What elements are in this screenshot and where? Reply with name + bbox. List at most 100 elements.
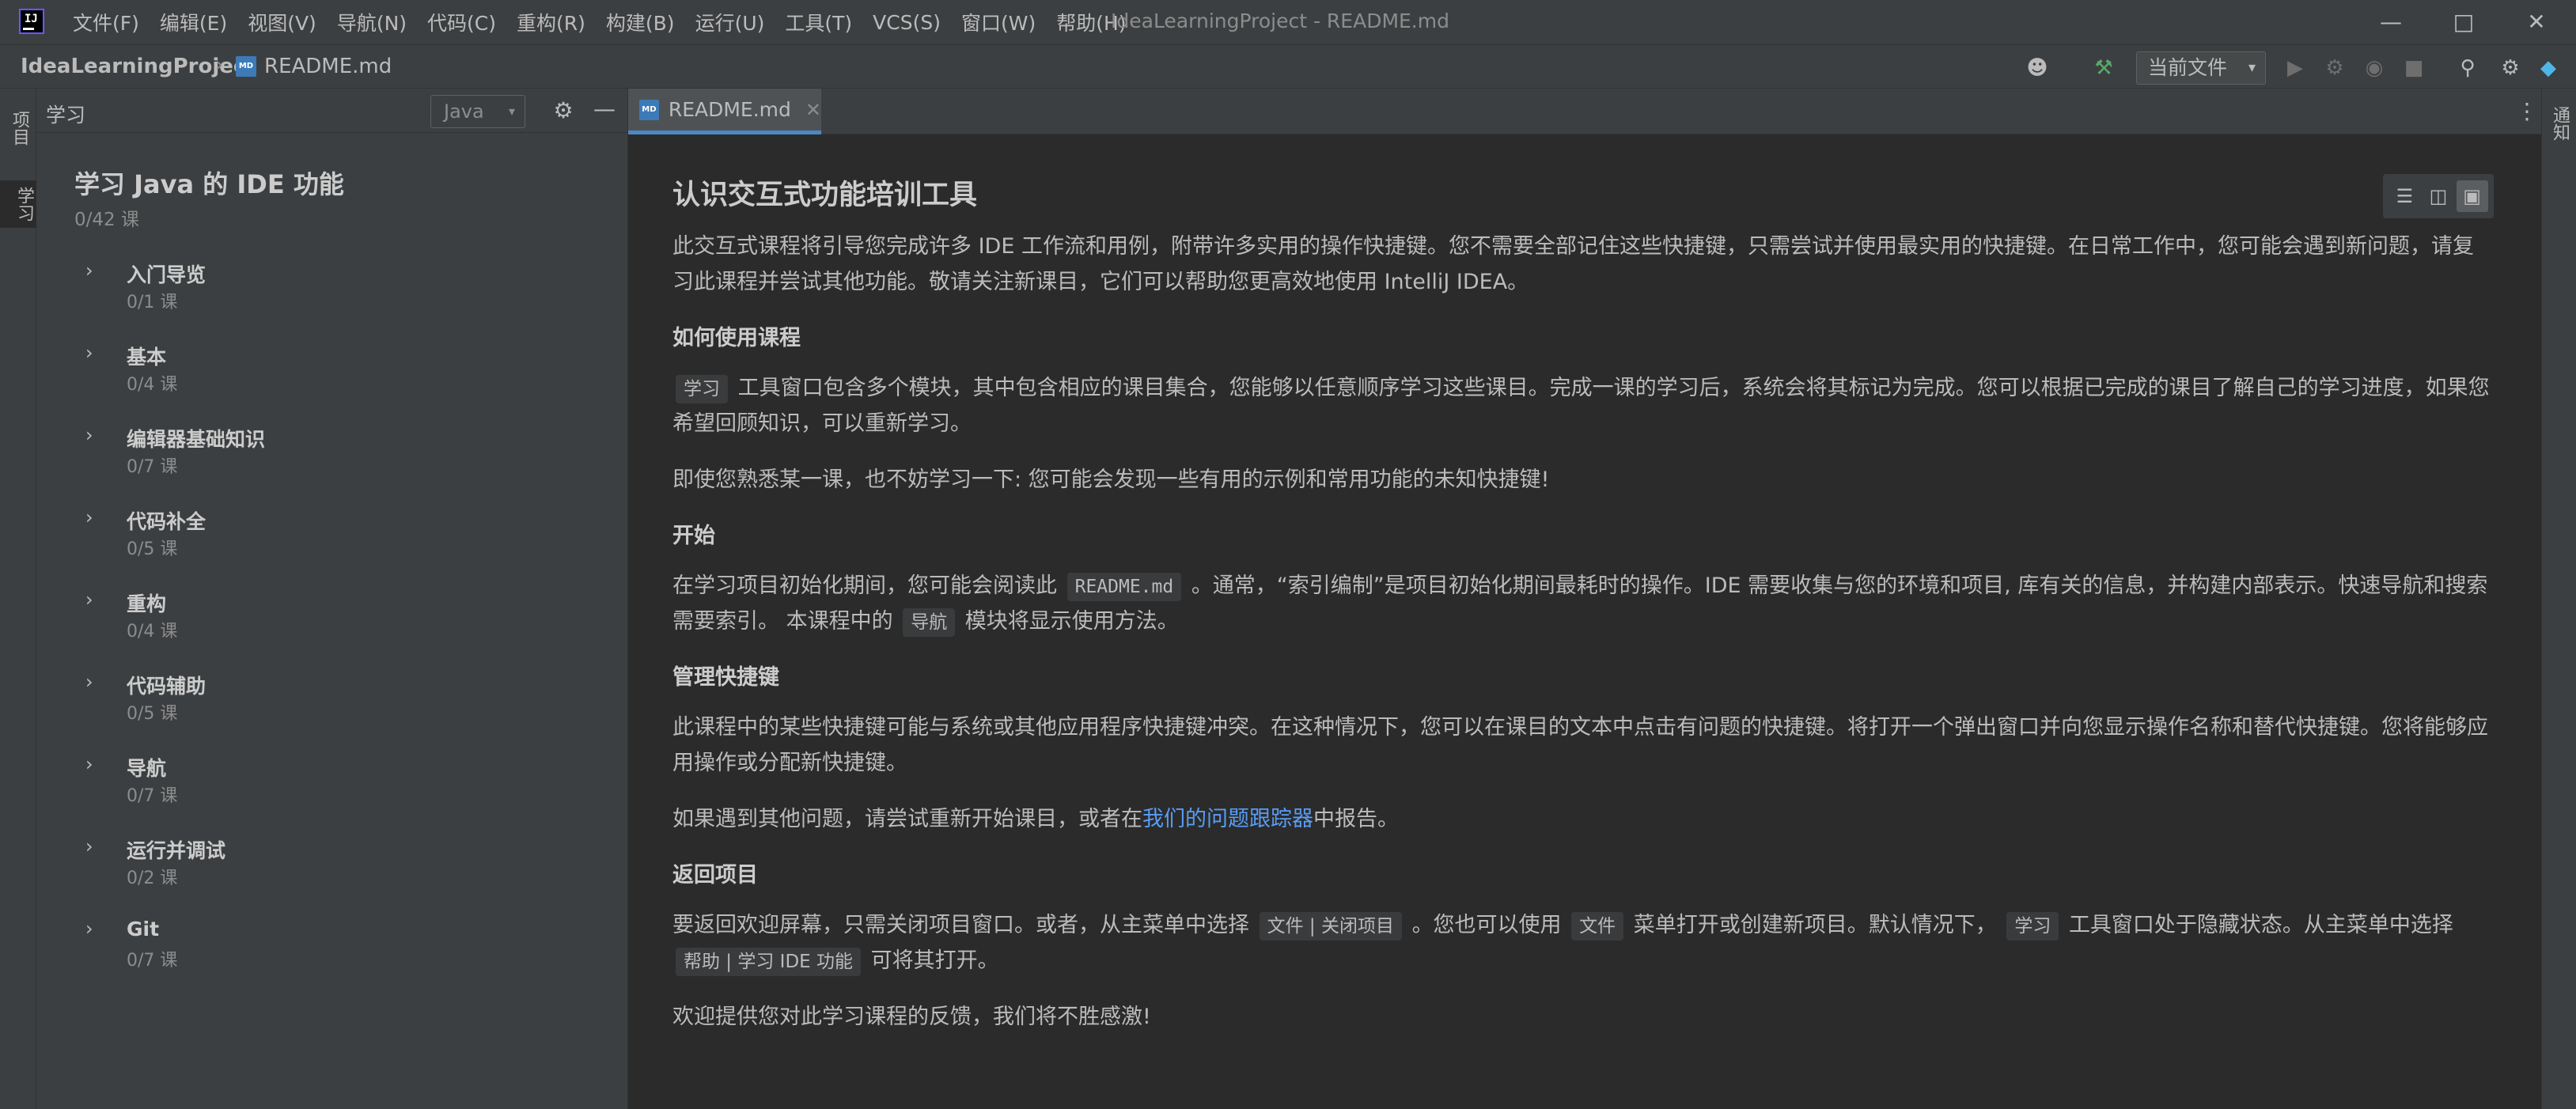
learn-tool-label: 学习 — [14, 187, 34, 221]
markdown-preview: 认识交互式功能培训工具 此交互式课程将引导您完成许多 IDE 工作流和用例，附带… — [672, 172, 2492, 1055]
panel-settings-gear-icon[interactable]: ⚙ — [549, 97, 578, 125]
learn-panel-header: 学习 Java ▾ ⚙ — — [36, 89, 628, 133]
editor-tab-bar: MD README.md ✕ ⋮ — [628, 89, 2541, 134]
navigation-bar: IdeaLearningProject › MD README.md ☻ ⚒ 当… — [0, 44, 2576, 89]
module-item[interactable]: › 基本 0/4 课 — [36, 339, 628, 421]
doc-how-paragraph: 学习 工具窗口包含多个模块，其中包含相应的课目集合，您能够以任意顺序学习这些课目… — [672, 370, 2492, 441]
module-item[interactable]: › 运行并调试 0/2 课 — [36, 832, 628, 914]
run-configuration-select[interactable]: 当前文件 ▾ — [2136, 51, 2266, 85]
more-options-icon[interactable]: ⋮ — [2516, 98, 2538, 124]
menu-view[interactable]: 视图(V) — [248, 8, 316, 36]
coverage-icon[interactable]: ◉ — [2362, 56, 2386, 80]
menu-window[interactable]: 窗口(W) — [961, 8, 1036, 36]
menu-navigate[interactable]: 导航(N) — [337, 8, 407, 36]
notifications-tool-button[interactable]: 通知 — [2545, 100, 2572, 147]
menu-file[interactable]: 文件(F) — [73, 8, 139, 36]
main-menu: 文件(F) 编辑(E) 视图(V) 导航(N) 代码(C) 重构(R) 构建(B… — [73, 0, 1147, 44]
learn-tool-button[interactable]: 学习 — [0, 180, 36, 228]
editor-area: MD README.md ✕ ⋮ ☰ ◫ ▣ 认识交互式功能培训工具 此交互式课… — [628, 89, 2541, 1109]
module-name: 代码辅助 — [127, 675, 206, 698]
close-window-icon[interactable]: ✕ — [2521, 8, 2552, 36]
inline-code: 帮助 | 学习 IDE 功能 — [676, 948, 862, 976]
learn-tool-window: 学习 Java ▾ ⚙ — 学习 Java 的 IDE 功能 0/42 课 › … — [36, 89, 628, 1109]
menu-code[interactable]: 代码(C) — [427, 8, 496, 36]
inline-code: 学习 — [2006, 912, 2059, 941]
window-title: IdeaLearningProject - README.md — [1111, 9, 1449, 32]
run-configuration-label: 当前文件 — [2148, 56, 2228, 79]
inline-code: 文件 — [1571, 912, 1624, 941]
course-title: 学习 Java 的 IDE 功能 — [74, 169, 344, 199]
title-bar: IJ 文件(F) 编辑(E) 视图(V) 导航(N) 代码(C) 重构(R) 构… — [0, 0, 2576, 44]
doc-text: 菜单打开或创建新项目。默认情况下， — [1633, 913, 1997, 937]
module-item[interactable]: › 导航 0/7 课 — [36, 750, 628, 832]
module-lesson-count: 0/5 课 — [127, 539, 178, 559]
language-select[interactable]: Java ▾ — [430, 95, 525, 128]
module-lesson-count: 0/7 课 — [127, 457, 178, 477]
module-item[interactable]: › Git 0/7 课 — [36, 914, 628, 997]
project-tool-button[interactable]: 项目 — [5, 104, 32, 152]
build-hammer-icon[interactable]: ⚒ — [2092, 56, 2116, 80]
menu-run[interactable]: 运行(U) — [695, 8, 765, 36]
menu-vcs[interactable]: VCS(S) — [873, 11, 941, 34]
intellij-logo-icon[interactable]: IJ — [19, 9, 44, 34]
doc-feedback: 欢迎提供您对此学习课程的反馈，我们将不胜感激! — [672, 1005, 1151, 1029]
menu-build[interactable]: 构建(B) — [606, 8, 675, 36]
chevron-right-icon: › — [85, 342, 93, 364]
module-name: 重构 — [127, 592, 167, 615]
doc-text: 在学习项目初始化期间，您可能会阅读此 — [672, 573, 1057, 598]
doc-text: 工具窗口包含多个模块，其中包含相应的课目集合，您能够以任意顺序学习这些课目。完成… — [672, 376, 2490, 436]
notifications-tool-label: 通知 — [2550, 106, 2570, 141]
user-icon[interactable]: ☻ — [2025, 56, 2049, 80]
doc-text: 可将其打开。 — [870, 948, 999, 973]
breadcrumb-separator-icon: › — [215, 53, 224, 77]
run-icon[interactable]: ▶ — [2283, 56, 2307, 80]
module-lesson-count: 0/1 课 — [127, 293, 178, 312]
maximize-icon[interactable]: □ — [2448, 8, 2479, 36]
doc-start-paragraph: 在学习项目初始化期间，您可能会阅读此 README.md 。通常，“索引编制”是… — [672, 568, 2492, 639]
module-item[interactable]: › 代码补全 0/5 课 — [36, 503, 628, 585]
chevron-right-icon: › — [85, 753, 93, 775]
search-icon[interactable]: ⚲ — [2456, 56, 2479, 80]
stop-icon[interactable]: ■ — [2402, 56, 2426, 80]
markdown-file-icon: MD — [236, 56, 256, 77]
tab-readme[interactable]: MD README.md ✕ — [628, 89, 821, 134]
doc-shortcuts: 此课程中的某些快捷键可能与系统或其他应用程序快捷键冲突。在这种情况下，您可以在课… — [672, 715, 2488, 775]
doc-issues-paragraph: 如果遇到其他问题，请尝试重新开始课目，或者在我们的问题跟踪器中报告。 — [672, 801, 2492, 837]
minimize-icon[interactable]: — — [2375, 8, 2407, 36]
chevron-down-icon: ▾ — [508, 104, 515, 119]
module-name: 代码补全 — [127, 510, 206, 533]
debug-icon[interactable]: ⚙ — [2323, 56, 2347, 80]
issue-tracker-link[interactable]: 我们的问题跟踪器 — [1142, 807, 1313, 831]
doc-text: 如果遇到其他问题，请尝试重新开始课目，或者在 — [672, 807, 1142, 831]
breadcrumb-file-label: README.md — [264, 55, 392, 78]
menu-refactor[interactable]: 重构(R) — [517, 8, 585, 36]
module-lesson-count: 0/7 课 — [127, 951, 178, 971]
close-tab-icon[interactable]: ✕ — [805, 99, 821, 121]
breadcrumb-file[interactable]: MD README.md — [236, 55, 392, 78]
menu-tools[interactable]: 工具(T) — [785, 8, 852, 36]
inline-code: README.md — [1066, 573, 1182, 601]
module-name: 入门导览 — [127, 263, 206, 286]
doc-return-paragraph: 要返回欢迎屏幕，只需关闭项目窗口。或者，从主菜单中选择 文件 | 关闭项目 。您… — [672, 907, 2492, 978]
inline-code: 导航 — [903, 608, 956, 637]
module-list: › 入门导览 0/1 课 › 基本 0/4 课 › 编辑器基础知识 0/7 课 … — [36, 256, 628, 997]
chevron-right-icon: › — [85, 589, 93, 611]
chevron-right-icon: › — [85, 506, 93, 528]
hide-panel-icon[interactable]: — — [590, 97, 619, 125]
module-lesson-count: 0/2 课 — [127, 869, 178, 888]
markdown-file-icon: MD — [639, 99, 659, 120]
code-with-me-icon[interactable]: ◆ — [2536, 56, 2560, 80]
module-item[interactable]: › 入门导览 0/1 课 — [36, 256, 628, 339]
course-progress: 0/42 课 — [74, 210, 139, 230]
learn-panel-title: 学习 — [46, 104, 86, 127]
section-heading-shortcuts: 管理快捷键 — [672, 665, 779, 690]
doc-tip: 即使您熟悉某一课，也不妨学习一下: 您可能会发现一些有用的示例和常用功能的未知快… — [672, 467, 1550, 492]
module-item[interactable]: › 重构 0/4 课 — [36, 585, 628, 668]
settings-gear-icon[interactable]: ⚙ — [2498, 56, 2522, 80]
inline-code: 学习 — [676, 375, 728, 403]
chevron-right-icon: › — [85, 671, 93, 693]
doc-text: 工具窗口处于隐藏状态。从主菜单中选择 — [2068, 913, 2453, 937]
module-item[interactable]: › 编辑器基础知识 0/7 课 — [36, 421, 628, 503]
menu-edit[interactable]: 编辑(E) — [160, 8, 227, 36]
module-item[interactable]: › 代码辅助 0/5 课 — [36, 668, 628, 750]
